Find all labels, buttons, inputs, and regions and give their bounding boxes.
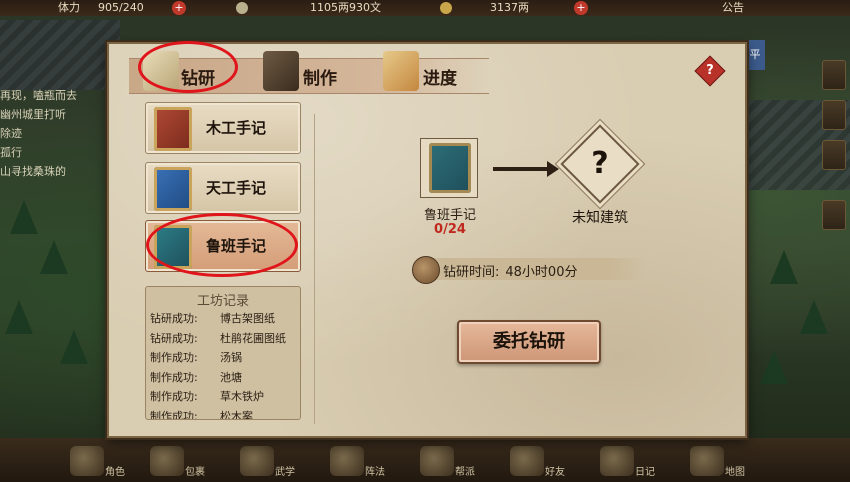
nav-label: 好友: [545, 467, 565, 478]
recipe-item[interactable]: 木工手记: [145, 102, 301, 154]
add-gold-button[interactable]: +: [574, 1, 588, 15]
research-time-value: 48小时00分: [505, 265, 578, 280]
arrow-head-icon: [547, 161, 559, 177]
blue-book-icon: [154, 167, 192, 211]
hourglass-icon: [412, 256, 440, 284]
tree-decoration: [760, 350, 788, 384]
log-entry-prefix: 制作成功:: [150, 390, 198, 403]
quest-tracker[interactable]: 再现，嗑瓶而去 幽州城里打听 除迹 孤行 山寻找桑珠的: [0, 86, 110, 181]
tree-decoration: [40, 240, 68, 274]
side-menu-button[interactable]: [822, 100, 846, 130]
log-entry-prefix: 钻研成功:: [150, 312, 198, 325]
log-entry: 制作成功: 松木案: [146, 407, 300, 420]
log-entry: 制作成功: 汤锅: [146, 348, 300, 368]
nav-label: 角色: [105, 467, 125, 478]
unknown-building-slot[interactable]: ?: [560, 124, 640, 204]
question-mark-icon: ?: [706, 63, 714, 78]
research-time: 钻研时间: 48小时00分: [443, 261, 577, 280]
nav-formation-icon[interactable]: [330, 446, 364, 476]
tree-decoration: [800, 300, 828, 334]
recipe-label: 天工手记: [206, 179, 267, 197]
tab-craft[interactable]: 制作: [263, 51, 373, 93]
tree-decoration: [10, 200, 38, 234]
log-entry-item: 池塘: [220, 370, 242, 384]
log-entry-item: 松木案: [220, 409, 253, 420]
stamina-value: 905/240: [98, 1, 144, 14]
nav-bag-icon[interactable]: [150, 446, 184, 476]
source-book-slot[interactable]: [420, 138, 478, 198]
log-entry-item: 草木铁炉: [220, 390, 264, 403]
money-value: 1105两930文: [310, 1, 381, 14]
money-icon: [236, 2, 248, 14]
column-divider: [314, 114, 315, 424]
log-entry: 钻研成功: 杜鹃花圃图纸: [146, 329, 300, 349]
log-entry-prefix: 制作成功:: [150, 351, 198, 364]
log-entry: 钻研成功: 博古架图纸: [146, 309, 300, 329]
roof-decoration: [0, 20, 120, 90]
top-status-bar: 体力 905/240 + 1105两930文 3137两 + 公告: [0, 0, 850, 16]
nav-map-icon[interactable]: [690, 446, 724, 476]
quest-item[interactable]: 孤行: [0, 143, 110, 162]
side-menu-button[interactable]: [822, 200, 846, 230]
nav-label: 阵法: [365, 467, 385, 478]
log-title: 工坊记录: [196, 294, 249, 309]
nav-guild-icon[interactable]: [420, 446, 454, 476]
log-entry-prefix: 制作成功:: [150, 409, 198, 420]
log-entry-prefix: 钻研成功:: [150, 331, 198, 345]
nav-label: 日记: [635, 467, 655, 478]
tab-progress[interactable]: 进度: [383, 51, 493, 93]
nav-character-icon[interactable]: [70, 446, 104, 476]
tab-progress-label: 进度: [423, 69, 457, 89]
log-entry: 制作成功: 草木铁炉: [146, 387, 300, 407]
source-book-count: 0/24: [434, 222, 466, 237]
red-book-icon: [154, 107, 192, 151]
side-menu-button[interactable]: [822, 60, 846, 90]
help-button[interactable]: ?: [694, 55, 726, 87]
gold-icon: [440, 2, 452, 14]
progress-book-icon: [383, 51, 419, 91]
tab-craft-label: 制作: [303, 69, 337, 89]
nav-skills-icon[interactable]: [240, 446, 274, 476]
tree-decoration: [60, 330, 88, 364]
announcement-button[interactable]: 公告: [722, 0, 744, 16]
side-tab[interactable]: 平: [745, 40, 765, 70]
quest-item[interactable]: 幽州城里打听: [0, 105, 110, 124]
nav-label: 帮派: [455, 467, 475, 478]
question-mark-icon: ?: [591, 146, 609, 181]
workshop-log[interactable]: 工坊记录 钻研成功: 博古架图纸 钻研成功: 杜鹃花圃图纸 制作成功: 汤锅 制作成功…: [145, 286, 301, 420]
gold-value: 3137两: [490, 1, 529, 14]
nav-label: 武学: [275, 467, 295, 478]
bottom-nav-bar: 角色 包裹 武学 阵法 帮派 好友 日记 地图: [0, 438, 850, 482]
target-building-name: 未知建筑: [572, 210, 628, 226]
log-entry-item: 汤锅: [220, 351, 242, 364]
tree-decoration: [770, 250, 798, 284]
commission-research-button[interactable]: 委托钻研: [457, 320, 601, 364]
highlight-circle: [138, 41, 238, 93]
teal-book-icon: [429, 143, 471, 193]
quest-item[interactable]: 山寻找桑珠的: [0, 162, 110, 181]
nav-friends-icon[interactable]: [510, 446, 544, 476]
nav-diary-icon[interactable]: [600, 446, 634, 476]
recipe-label: 木工手记: [206, 119, 267, 137]
add-stamina-button[interactable]: +: [172, 1, 186, 15]
research-time-label: 钻研时间:: [443, 265, 500, 280]
nav-label: 包裹: [185, 467, 205, 478]
arrow-right-icon: [493, 167, 549, 171]
log-entry-prefix: 制作成功:: [150, 370, 198, 384]
stamina-label: 体力: [58, 1, 80, 14]
nav-label: 地图: [725, 467, 745, 478]
tree-decoration: [5, 300, 33, 334]
log-entry: 制作成功: 池塘: [146, 368, 300, 388]
source-book-name: 鲁班手记: [423, 208, 476, 223]
quest-item[interactable]: 除迹: [0, 124, 110, 143]
highlight-circle: [146, 213, 298, 277]
tools-icon: [263, 51, 299, 91]
log-entry-item: 博古架图纸: [220, 312, 275, 325]
side-menu-button[interactable]: [822, 140, 846, 170]
recipe-item[interactable]: 天工手记: [145, 162, 301, 214]
log-entry-item: 杜鹃花圃图纸: [220, 331, 286, 345]
quest-item[interactable]: 再现，嗑瓶而去: [0, 86, 110, 105]
